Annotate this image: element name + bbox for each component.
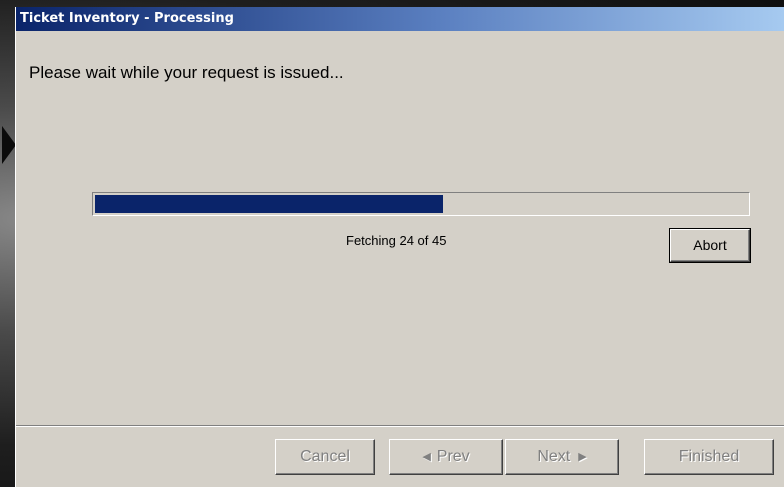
cancel-button[interactable]: Cancel [275,439,375,475]
triangle-right-icon: ▶ [578,451,587,463]
desktop: { "window": { "title": "Ticket Inventory… [0,0,784,487]
background-arrow-icon [2,126,16,164]
divider [16,425,784,427]
window-title: Ticket Inventory - Processing [16,7,784,31]
prev-button-label: Prev [436,448,470,465]
wait-message: Please wait while your request is issued… [29,63,344,82]
progress-status: Fetching 24 of 45 [346,233,447,248]
triangle-left-icon: ◀ [422,451,431,463]
next-button-label: Next [537,448,571,465]
finished-button[interactable]: Finished [644,439,774,475]
cancel-button-label: Cancel [300,448,350,465]
progress-bar-fill [95,195,443,213]
processing-dialog: Ticket Inventory - Processing Please wai… [15,7,784,487]
progress-bar [92,192,750,216]
next-button[interactable]: Next ▶ [505,439,619,475]
abort-button[interactable]: Abort [669,228,751,263]
finished-button-label: Finished [678,448,740,465]
prev-button[interactable]: ◀ Prev [389,439,503,475]
